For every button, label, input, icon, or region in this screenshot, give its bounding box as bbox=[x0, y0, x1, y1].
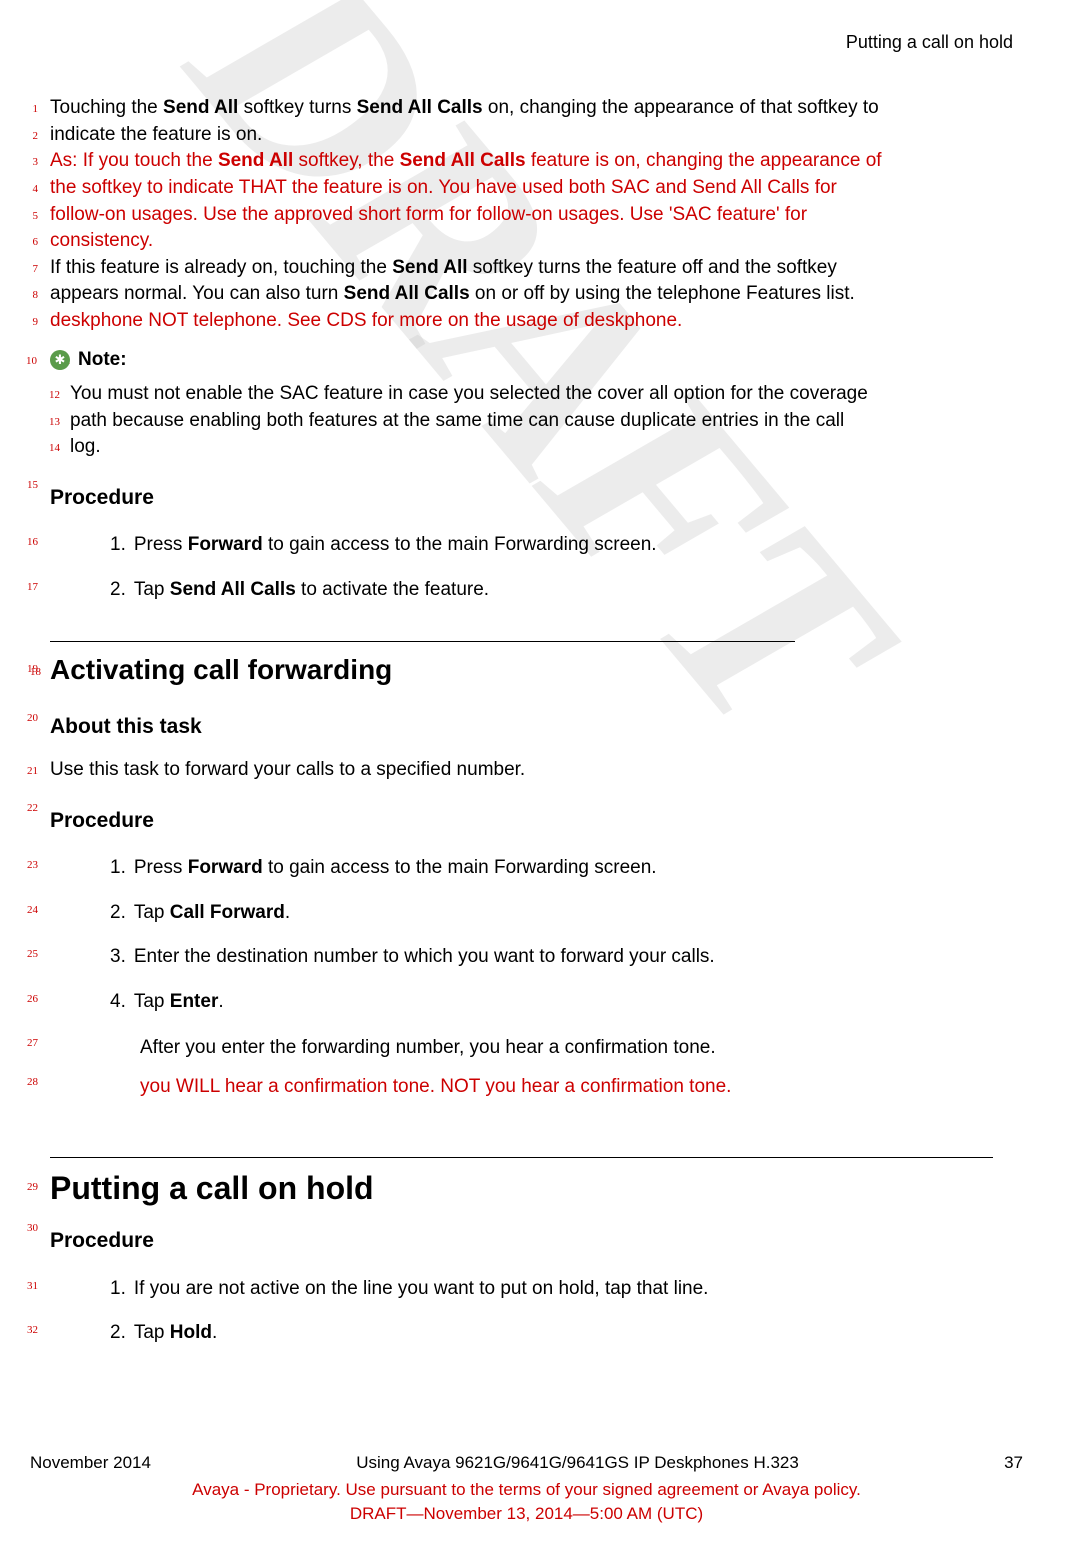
line-number: 26 bbox=[20, 985, 50, 1024]
note-icon bbox=[50, 350, 70, 370]
line-number: 15 bbox=[20, 471, 50, 522]
footer-center: Using Avaya 9621G/9641G/9641GS IP Deskph… bbox=[356, 1451, 799, 1475]
body-text: Touching the Send All softkey turns Send… bbox=[50, 95, 1013, 122]
procedure-step: 2. Tap Hold. bbox=[110, 1320, 1013, 1347]
review-comment: follow-on usages. Use the approved short… bbox=[50, 202, 1013, 229]
section-divider bbox=[50, 1157, 993, 1158]
procedure-step: 2. Tap Call Forward. bbox=[110, 900, 1013, 927]
note-text: log. bbox=[70, 434, 1013, 461]
page-number: 37 bbox=[1004, 1451, 1023, 1475]
review-comment: the softkey to indicate THAT the feature… bbox=[50, 175, 1013, 202]
about-heading: About this task bbox=[50, 712, 1013, 741]
line-number: 23 bbox=[20, 851, 50, 890]
line-number: 7 bbox=[20, 255, 50, 282]
line-number: 29 bbox=[20, 1166, 50, 1215]
line-number: 32 bbox=[20, 1316, 50, 1355]
line-number: 10 bbox=[26, 354, 37, 369]
footer-date: November 2014 bbox=[30, 1451, 151, 1475]
note-text: You must not enable the SAC feature in c… bbox=[70, 381, 1013, 408]
line-number: 27 bbox=[20, 1029, 50, 1068]
line-number: 16 bbox=[20, 528, 50, 567]
line-number: 25 bbox=[20, 940, 50, 979]
note-label: Note: bbox=[78, 347, 127, 374]
line-number: 31 bbox=[20, 1272, 50, 1311]
line-number: 13 bbox=[20, 408, 70, 435]
note-text: path because enabling both features at t… bbox=[70, 408, 1013, 435]
procedure-step: 1. Press Forward to gain access to the m… bbox=[110, 855, 1013, 882]
section-divider bbox=[50, 641, 795, 642]
page-content: Putting a call on hold 1 Touching the Se… bbox=[20, 30, 1013, 1355]
line-number: 1 bbox=[20, 95, 50, 122]
procedure-step: 1. Press Forward to gain access to the m… bbox=[110, 532, 1013, 559]
line-number: 30 bbox=[20, 1214, 50, 1265]
footer-draft-timestamp: DRAFT—November 13, 2014—5:00 AM (UTC) bbox=[20, 1502, 1033, 1526]
body-text: If this feature is already on, touching … bbox=[50, 255, 1013, 282]
line-number: 12 bbox=[20, 381, 70, 408]
section-heading: Activating call forwarding bbox=[50, 650, 1013, 689]
review-comment: consistency. bbox=[50, 228, 1013, 255]
line-number: 18 bbox=[30, 665, 41, 680]
step-result: After you enter the forwarding number, y… bbox=[140, 1035, 1013, 1062]
line-number: 17 bbox=[20, 573, 50, 612]
procedure-step: 3. Enter the destination number to which… bbox=[110, 944, 1013, 971]
procedure-heading: Procedure bbox=[50, 806, 1013, 835]
line-number: 21 bbox=[20, 757, 50, 784]
procedure-step: 1. If you are not active on the line you… bbox=[110, 1276, 1013, 1303]
line-number: 9 bbox=[20, 308, 50, 335]
line-number: 4 bbox=[20, 175, 50, 202]
line-number: 20 bbox=[20, 704, 50, 751]
body-text: Use this task to forward your calls to a… bbox=[50, 757, 1013, 784]
page-header-title: Putting a call on hold bbox=[20, 30, 1013, 55]
line-number: 2 bbox=[20, 122, 50, 149]
line-number: 5 bbox=[20, 202, 50, 229]
review-comment: you WILL hear a confirmation tone. NOT y… bbox=[140, 1074, 1013, 1101]
procedure-heading: Procedure bbox=[50, 483, 1013, 512]
procedure-step: 4. Tap Enter. bbox=[110, 989, 1013, 1016]
body-text: appears normal. You can also turn Send A… bbox=[50, 281, 1013, 308]
footer-proprietary: Avaya - Proprietary. Use pursuant to the… bbox=[20, 1478, 1033, 1502]
review-comment: deskphone NOT telephone. See CDS for mor… bbox=[50, 308, 1013, 335]
line-number: 6 bbox=[20, 228, 50, 255]
line-number: 24 bbox=[20, 896, 50, 935]
line-number: 3 bbox=[20, 148, 50, 175]
review-comment: As: If you touch the Send All softkey, t… bbox=[50, 148, 1013, 175]
line-number: 28 bbox=[20, 1068, 50, 1107]
line-number: 14 bbox=[20, 434, 70, 461]
line-number: 8 bbox=[20, 281, 50, 308]
procedure-step: 2. Tap Send All Calls to activate the fe… bbox=[110, 577, 1013, 604]
line-number: 22 bbox=[20, 794, 50, 845]
body-text: indicate the feature is on. bbox=[50, 122, 1013, 149]
page-footer: November 2014 Using Avaya 9621G/9641G/96… bbox=[20, 1451, 1033, 1526]
procedure-heading: Procedure bbox=[50, 1226, 1013, 1255]
section-heading: Putting a call on hold bbox=[50, 1166, 1013, 1211]
